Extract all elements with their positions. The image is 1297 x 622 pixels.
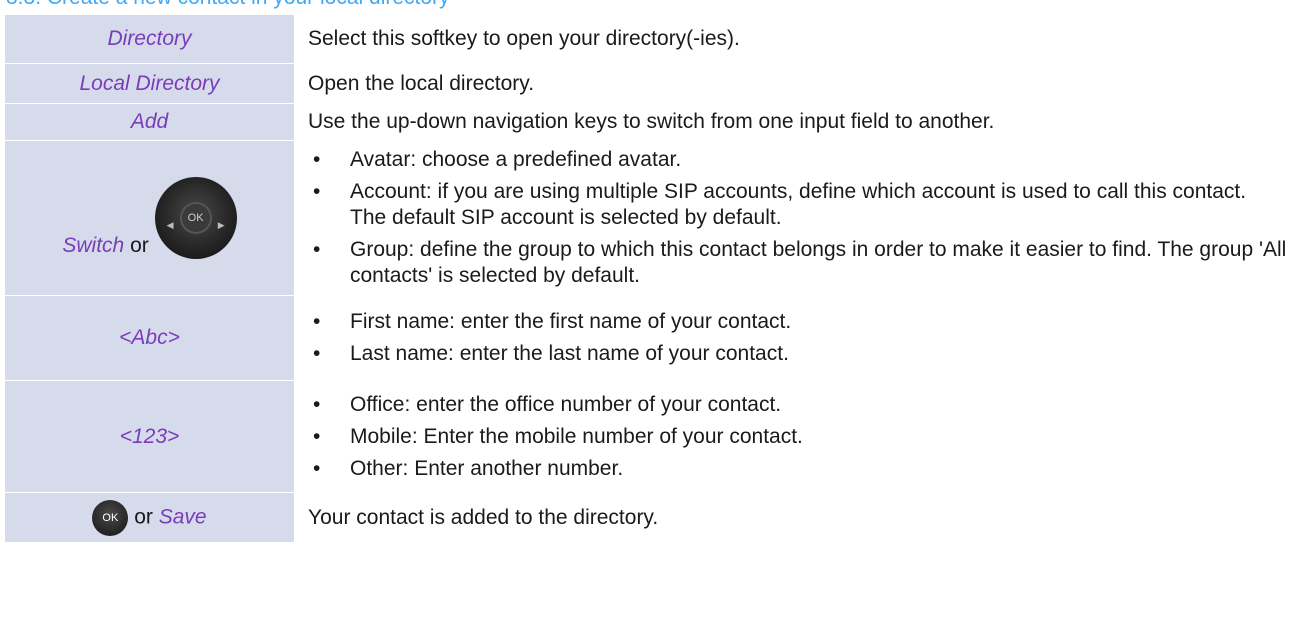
section-title: 3.3. Create a new contact in your local … [6, 0, 450, 10]
key-cell: Add [4, 103, 295, 141]
key-cell: Switch or ◀ ▶ OK [4, 140, 295, 296]
table-row: Add Use the up-down navigation keys to s… [4, 103, 1288, 141]
field-123: <123> [119, 424, 180, 448]
table-row: Local Directory Open the local directory… [4, 63, 1288, 104]
table-row: <123> Office: enter the office number of… [4, 380, 1288, 493]
key-cell: <123> [4, 380, 295, 493]
softkey-local-directory: Local Directory [79, 71, 220, 95]
key-cell: Directory [4, 14, 295, 64]
list-item: First name: enter the first name of your… [308, 309, 1287, 335]
softkey-switch: Switch [62, 234, 125, 257]
key-cell: OK or Save [4, 492, 295, 543]
list-item: Other: Enter another number. [308, 456, 1287, 482]
list-item: Group: define the group to which this co… [308, 237, 1287, 289]
description-cell: Open the local directory. [294, 63, 1288, 104]
description-cell: Office: enter the office number of your … [294, 380, 1288, 493]
description-cell: First name: enter the first name of your… [294, 295, 1288, 381]
instruction-table: Directory Select this softkey to open yo… [4, 14, 1288, 543]
description-cell: Your contact is added to the directory. [294, 492, 1288, 543]
softkey-add: Add [130, 110, 169, 133]
table-row: <Abc> First name: enter the first name o… [4, 295, 1288, 381]
table-row: Directory Select this softkey to open yo… [4, 14, 1288, 64]
section-heading: 3.3. Create a new contact in your local … [0, 0, 1297, 10]
list-item: Last name: enter the last name of your c… [308, 341, 1287, 367]
softkey-save: Save [158, 505, 207, 529]
description-cell: Avatar: choose a predefined avatar. Acco… [294, 140, 1288, 296]
key-cell: <Abc> [4, 295, 295, 381]
table-row: OK or Save Your contact is added to the … [4, 492, 1288, 543]
list-item: Avatar: choose a predefined avatar. [308, 147, 1287, 173]
list-item: Mobile: Enter the mobile number of your … [308, 424, 1287, 450]
list-item: Account: if you are using multiple SIP a… [308, 179, 1287, 231]
key-cell: Local Directory [4, 63, 295, 104]
navigator-ok-key-icon: ◀ ▶ OK [154, 177, 237, 259]
ok-key-icon: OK [92, 499, 129, 536]
list-item: Office: enter the office number of your … [308, 392, 1287, 418]
description-cell: Select this softkey to open your directo… [294, 14, 1288, 64]
table-row: Switch or ◀ ▶ OK Avatar: choose a predef… [4, 140, 1288, 296]
description-cell: Use the up-down navigation keys to switc… [294, 103, 1288, 141]
or-text: or [134, 505, 153, 529]
softkey-directory: Directory [107, 27, 192, 50]
or-text: or [130, 234, 149, 257]
field-abc: <Abc> [119, 326, 180, 349]
